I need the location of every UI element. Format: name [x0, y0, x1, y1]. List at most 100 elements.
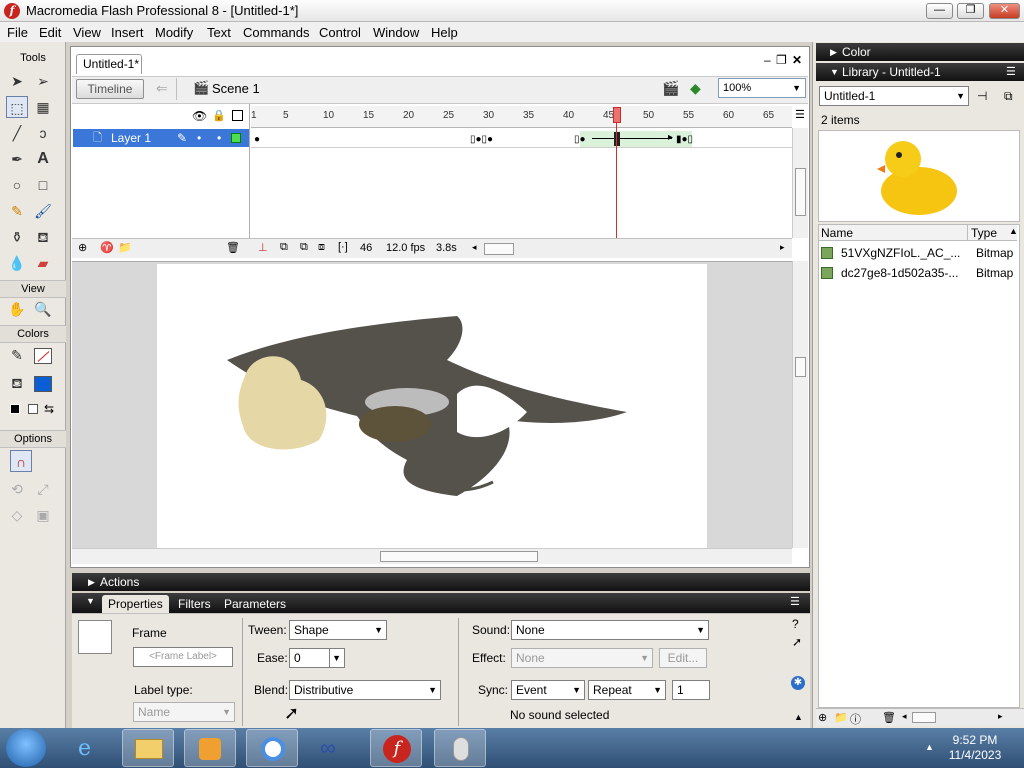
ink-bottle-tool-icon[interactable]: ⚱ [6, 226, 28, 248]
stage[interactable] [157, 264, 707, 548]
flash-taskbar-icon[interactable]: f [370, 729, 422, 767]
menu-edit[interactable]: Edit [39, 25, 61, 40]
no-color-icon[interactable] [28, 404, 38, 414]
pin-library-icon[interactable]: ⊣ [977, 89, 987, 103]
layer-frames-row[interactable] [251, 130, 792, 148]
frame-rate-readout[interactable]: 12.0 fps [386, 242, 425, 254]
new-library-panel-icon[interactable]: ⧉ [1004, 89, 1013, 104]
timeline-options-icon[interactable]: ☰ [795, 108, 805, 121]
selection-tool-icon[interactable]: ➤ [6, 70, 28, 92]
snap-magnet-icon[interactable]: ∩ [10, 450, 32, 472]
library-item[interactable]: 51VXgNZFIoL._AC_... Bitmap [819, 243, 1017, 263]
new-folder-icon[interactable]: 📁 [834, 711, 848, 724]
menu-control[interactable]: Control [319, 25, 361, 40]
timeline-ruler[interactable]: 1 5 10 15 20 25 30 35 40 45 50 55 60 65 [251, 106, 792, 128]
outline-toggle-icon[interactable] [232, 110, 243, 121]
back-arrow-icon[interactable]: ⇐ [156, 80, 168, 97]
scale-icon[interactable]: ⤢ [32, 478, 54, 500]
new-symbol-icon[interactable]: ⊕ [818, 711, 827, 724]
sort-icon[interactable]: ▲ [1009, 226, 1018, 236]
add-motion-guide-icon[interactable]: ♈ [100, 241, 114, 254]
layer-visible-dot[interactable]: • [197, 129, 201, 147]
oval-tool-icon[interactable]: ○ [6, 174, 28, 196]
keyframe-dot[interactable]: ▯● [574, 134, 586, 145]
onion-skin-icon[interactable]: ⧉ [280, 241, 288, 254]
pencil-tool-icon[interactable]: ✎ [6, 200, 28, 222]
distort-icon[interactable]: ◇ [6, 504, 28, 526]
menu-view[interactable]: View [73, 25, 101, 40]
scroll-left-icon[interactable]: ◂ [902, 711, 907, 722]
center-frame-icon[interactable]: ⊥ [258, 241, 268, 254]
actions-panel-header[interactable]: ▶ Actions [72, 573, 810, 591]
media-player-icon[interactable] [184, 729, 236, 767]
stage-hscroll-thumb[interactable] [380, 551, 538, 562]
ease-input[interactable]: 0 ▼ [289, 648, 345, 668]
rotate-skew-icon[interactable]: ⟲ [6, 478, 28, 500]
edit-actions-icon[interactable]: ➚ [792, 635, 802, 649]
file-explorer-icon[interactable] [122, 729, 174, 767]
mouse-app-icon[interactable] [434, 729, 486, 767]
doc-minimize-icon[interactable]: – [764, 53, 771, 67]
repeat-count-input[interactable]: 1 [672, 680, 710, 700]
system-clock[interactable]: 9:52 PM 11/4/2023 [940, 733, 1010, 763]
pen-tool-icon[interactable]: ✒ [6, 148, 28, 170]
doc-restore-icon[interactable]: ❐ [776, 53, 787, 67]
menu-help[interactable]: Help [431, 25, 458, 40]
name-column-header[interactable]: Name [821, 226, 853, 240]
timeline-scroll-thumb[interactable] [795, 168, 806, 216]
accessibility-icon[interactable]: ✱ [791, 676, 805, 690]
scroll-right-icon[interactable]: ▸ [780, 242, 785, 253]
delete-item-icon[interactable]: 🗑 [882, 711, 896, 724]
lock-icon[interactable]: 🔒 [212, 109, 226, 122]
library-panel-header[interactable]: ▼ Library - Untitled-1 ☰ [816, 63, 1024, 81]
expand-arrow-icon[interactable]: ▶ [830, 43, 837, 61]
effect-select[interactable]: None ▼ [511, 648, 653, 668]
playhead[interactable] [613, 107, 621, 123]
keyframe-dot[interactable]: ● [254, 134, 260, 145]
edit-sound-button[interactable]: Edit... [659, 648, 707, 668]
sound-select[interactable]: None ▼ [511, 620, 709, 640]
internet-explorer-icon[interactable]: e [64, 729, 116, 767]
layer-lock-dot[interactable]: • [217, 129, 221, 147]
stroke-color-swatch[interactable] [34, 348, 52, 364]
repeat-select[interactable]: Repeat ▼ [588, 680, 666, 700]
document-tab[interactable]: Untitled-1* [76, 54, 142, 74]
ease-slider-icon[interactable]: ▼ [329, 649, 341, 667]
menu-commands[interactable]: Commands [243, 25, 309, 40]
menu-text[interactable]: Text [207, 25, 231, 40]
color-panel-header[interactable]: ▶ Color [816, 43, 1024, 61]
frames-scroll-thumb[interactable] [484, 243, 514, 255]
rectangle-tool-icon[interactable]: □ [32, 174, 54, 196]
timeline-toggle-button[interactable]: Timeline [76, 79, 144, 99]
minimize-button[interactable]: — [926, 3, 953, 19]
free-transform-tool-icon[interactable]: ⬚ [6, 96, 28, 118]
keyframe-dot[interactable]: ▯●▯● [470, 134, 493, 145]
edit-scene-icon[interactable]: 🎬 [662, 80, 679, 97]
maximize-button[interactable]: ❐ [957, 3, 984, 19]
doc-close-icon[interactable]: ✕ [792, 53, 802, 67]
frame-label-input[interactable]: <Frame Label> [133, 647, 233, 667]
eyedropper-tool-icon[interactable]: 💧 [6, 252, 28, 274]
collapse-arrow-icon[interactable]: ▼ [86, 596, 95, 606]
stage-horizontal-scrollbar[interactable] [72, 548, 792, 564]
sync-select[interactable]: Event ▼ [511, 680, 585, 700]
keyframe-dot[interactable]: ▮●▯ [676, 134, 693, 145]
delete-layer-icon[interactable]: 🗑 [226, 241, 240, 254]
zoom-select[interactable]: 100% ▼ [718, 78, 806, 98]
type-column-header[interactable]: Type [971, 226, 997, 240]
label-type-select[interactable]: Name ▼ [133, 702, 235, 722]
tray-expand-icon[interactable]: ▲ [925, 742, 934, 752]
library-hscroll-thumb[interactable] [912, 712, 936, 723]
line-tool-icon[interactable]: ╱ [6, 122, 28, 144]
tab-filters[interactable]: Filters [172, 595, 217, 613]
properties-options-icon[interactable]: ☰ [790, 595, 800, 608]
stage-vertical-scrollbar[interactable] [792, 261, 808, 548]
paint-bucket-tool-icon[interactable]: ⛾ [32, 226, 54, 248]
brush-tool-icon[interactable]: 🖌 [32, 200, 54, 222]
show-hide-eye-icon[interactable]: 👁 [192, 109, 207, 123]
library-document-select[interactable]: Untitled-1 ▼ [819, 86, 969, 106]
collapse-arrow-icon[interactable]: ▼ [830, 63, 839, 81]
hand-tool-icon[interactable]: ✋ [6, 298, 28, 320]
black-white-icon[interactable] [10, 404, 20, 414]
tween-shape-artwork[interactable] [157, 264, 707, 548]
